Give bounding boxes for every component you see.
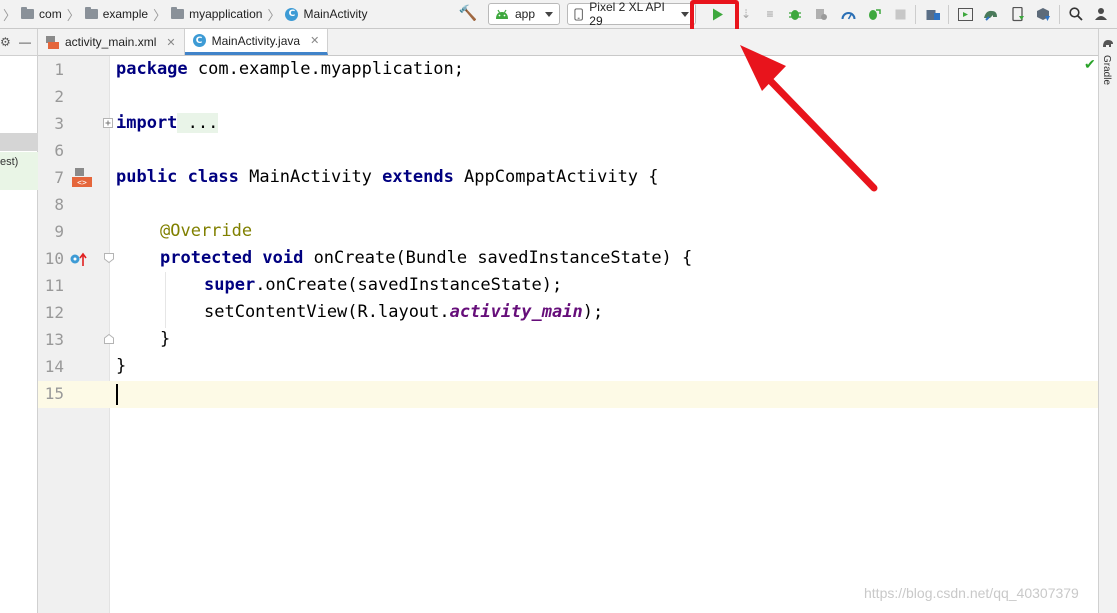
red-arrow-annotation	[740, 45, 878, 192]
watermark-text: https://blog.csdn.net/qq_40307379	[864, 585, 1079, 601]
